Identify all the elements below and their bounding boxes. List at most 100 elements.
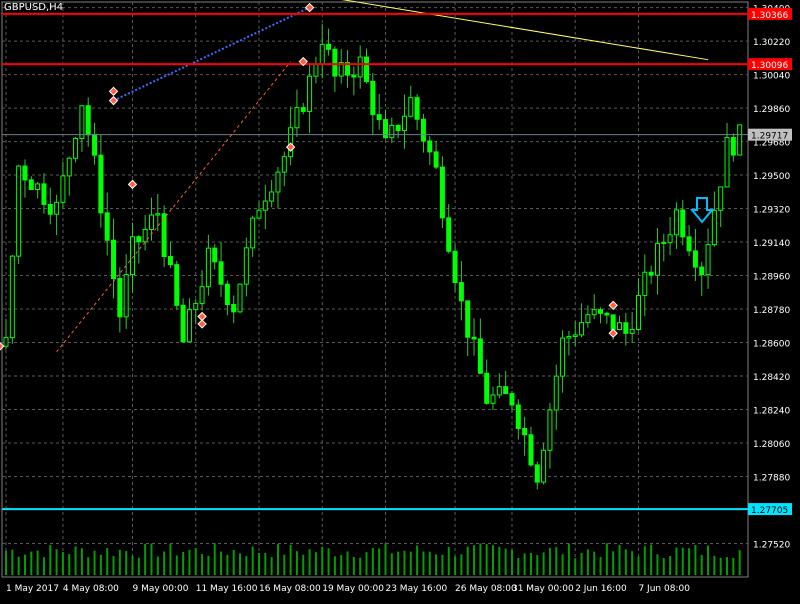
symbol-label: GBPUSD,H4 bbox=[4, 2, 64, 13]
candle-body bbox=[117, 277, 123, 318]
y-tick-label: 1.28240 bbox=[753, 407, 790, 417]
x-tick-label: 23 May 16:00 bbox=[385, 584, 447, 594]
y-tick-label: 1.27520 bbox=[753, 541, 790, 551]
candle-body bbox=[439, 166, 445, 219]
candle-body bbox=[237, 283, 243, 313]
candle-body bbox=[60, 175, 66, 203]
level-tag-label: 1.30366 bbox=[751, 11, 788, 21]
candle-body bbox=[111, 239, 117, 279]
y-tick-label: 1.30220 bbox=[753, 38, 790, 48]
candle-body bbox=[566, 335, 572, 339]
candle-body bbox=[22, 165, 28, 181]
x-tick-label: 9 May 00:00 bbox=[132, 584, 188, 594]
candle-body bbox=[307, 75, 313, 112]
candle-body bbox=[598, 309, 604, 314]
candle-body bbox=[635, 294, 641, 331]
candle-body bbox=[212, 247, 218, 263]
y-tick-label: 1.28960 bbox=[753, 273, 790, 283]
candle-body bbox=[218, 261, 224, 285]
candle-body bbox=[250, 217, 256, 249]
candle-body bbox=[528, 434, 534, 466]
candle-body bbox=[642, 271, 648, 296]
trendline-red bbox=[56, 61, 292, 353]
candle-body bbox=[47, 203, 53, 215]
trade-marker-icon bbox=[108, 86, 119, 97]
candle-body bbox=[129, 236, 135, 276]
x-tick-label: 26 May 08:00 bbox=[455, 584, 517, 594]
candle-body bbox=[414, 97, 420, 120]
candle-body bbox=[319, 43, 325, 66]
candle-body bbox=[604, 312, 610, 316]
candle-body bbox=[737, 124, 743, 156]
candle-body bbox=[389, 124, 395, 139]
candle-body bbox=[452, 250, 458, 284]
candle-body bbox=[66, 157, 72, 177]
chart-svg[interactable]: 1.304001.302201.300401.298601.296801.295… bbox=[0, 0, 800, 600]
candle-body bbox=[370, 80, 376, 116]
candle-body bbox=[648, 271, 654, 276]
candle-body bbox=[553, 375, 559, 411]
candle-body bbox=[92, 134, 98, 156]
candle-body bbox=[193, 303, 199, 311]
candle-body bbox=[458, 282, 464, 302]
candle-body bbox=[699, 266, 705, 276]
candle-body bbox=[54, 201, 60, 215]
trendline-yellow bbox=[341, 0, 709, 61]
candle-body bbox=[395, 124, 401, 132]
candle-body bbox=[199, 286, 205, 305]
trade-marker-icon bbox=[608, 300, 618, 311]
candle-body bbox=[231, 303, 237, 313]
candle-body bbox=[433, 151, 439, 168]
candle-body bbox=[496, 386, 502, 396]
candle-body bbox=[705, 244, 711, 276]
candle-body bbox=[667, 234, 673, 243]
candle-body bbox=[509, 393, 515, 406]
candle-body bbox=[224, 283, 230, 305]
y-tick-label: 1.27880 bbox=[753, 474, 790, 484]
candle-body bbox=[364, 56, 370, 82]
trendline-blue bbox=[113, 6, 311, 102]
candle-body bbox=[300, 107, 306, 112]
candle-body bbox=[585, 314, 591, 324]
candle-body bbox=[73, 137, 79, 159]
candle-body bbox=[275, 171, 281, 193]
candle-body bbox=[174, 264, 180, 306]
x-tick-label: 11 May 16:00 bbox=[196, 584, 258, 594]
candle-body bbox=[427, 140, 433, 153]
candle-body bbox=[711, 209, 717, 246]
candle-body bbox=[357, 56, 363, 78]
x-tick-label: 1 May 2017 bbox=[6, 584, 59, 594]
candle-body bbox=[288, 127, 294, 158]
trade-marker-icon bbox=[608, 328, 618, 338]
candle-body bbox=[541, 449, 547, 483]
candle-body bbox=[401, 115, 407, 132]
x-tick-label: 4 May 08:00 bbox=[63, 584, 119, 594]
candle-body bbox=[351, 74, 357, 78]
candle-body bbox=[686, 236, 692, 252]
candle-body bbox=[465, 300, 471, 338]
candle-body bbox=[547, 409, 553, 451]
y-tick-label: 1.29500 bbox=[753, 172, 790, 182]
y-tick-label: 1.28060 bbox=[753, 440, 790, 450]
candle-body bbox=[629, 329, 635, 334]
candle-body bbox=[477, 338, 483, 374]
down-arrow-icon bbox=[689, 197, 715, 224]
candle-body bbox=[142, 228, 148, 243]
y-tick-label: 1.30040 bbox=[753, 72, 790, 82]
candle-body bbox=[718, 186, 724, 211]
candle-body bbox=[730, 137, 736, 156]
trade-marker-icon bbox=[127, 179, 138, 190]
candle-body bbox=[243, 247, 249, 285]
chart-area[interactable]: 1.304001.302201.300401.298601.296801.295… bbox=[0, 0, 800, 600]
candle-body bbox=[180, 304, 186, 343]
candle-body bbox=[591, 309, 597, 316]
candle-body bbox=[724, 137, 730, 188]
x-tick-label: 2 Jun 16:00 bbox=[575, 584, 627, 594]
candle-body bbox=[16, 165, 22, 257]
candle-body bbox=[534, 464, 540, 483]
candle-body bbox=[262, 200, 268, 211]
candle-body bbox=[610, 314, 616, 331]
candle-body bbox=[256, 209, 262, 219]
y-tick-label: 1.28420 bbox=[753, 373, 790, 383]
candle-body bbox=[294, 107, 300, 129]
